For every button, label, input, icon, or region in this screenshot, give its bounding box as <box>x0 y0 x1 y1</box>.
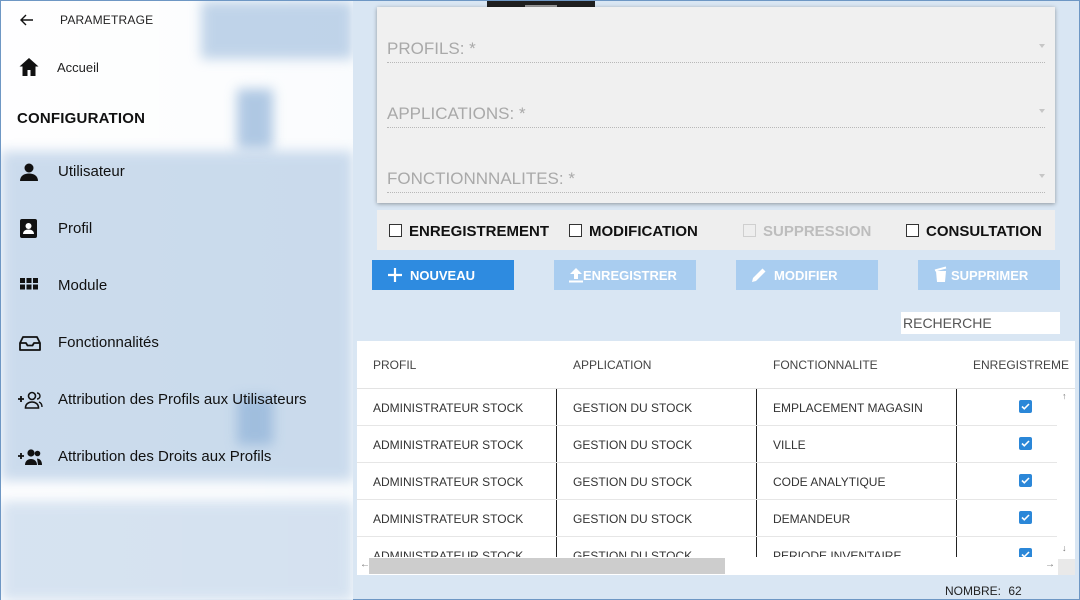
nav-item-fonctionnalites[interactable]: Fonctionnalités <box>1 318 353 368</box>
contact-card-icon <box>17 217 43 241</box>
checkbox-box <box>743 224 756 237</box>
vertical-scrollbar[interactable]: ↑ ↓ <box>1058 389 1075 559</box>
navigation-pane: PARAMETRAGE Accueil CONFIGURATION Utilis… <box>1 1 353 600</box>
chevron-down-icon <box>1039 109 1045 113</box>
button-label: ENREGISTRER <box>583 268 677 283</box>
column-header-application[interactable]: APPLICATION <box>573 358 651 372</box>
chevron-down-icon <box>1039 174 1045 178</box>
cell-profil: ADMINISTRATEUR STOCK <box>373 401 524 415</box>
app-title: PARAMETRAGE <box>60 13 154 27</box>
record-count: NOMBRE: 62 <box>945 584 1022 598</box>
nav-item-label: Module <box>58 277 108 294</box>
scroll-up-arrow-icon[interactable]: ↑ <box>1062 391 1067 401</box>
nouveau-button[interactable]: NOUVEAU <box>372 260 514 290</box>
add-people-icon <box>17 445 43 469</box>
button-label: SUPPRIMER <box>951 268 1029 283</box>
nav-item-module[interactable]: Module <box>1 261 353 311</box>
cell-profil: ADMINISTRATEUR STOCK <box>373 512 524 526</box>
horizontal-scrollbar[interactable]: ← → <box>357 557 1057 575</box>
nav-item-label: Profil <box>58 220 93 237</box>
cell-fonctionnalite: VILLE <box>773 438 806 452</box>
cell-application: GESTION DU STOCK <box>573 512 693 526</box>
search-input[interactable] <box>901 312 1060 334</box>
back-arrow-icon[interactable] <box>17 10 37 30</box>
scrollbar-thumb[interactable] <box>369 558 725 574</box>
nav-item-utilisateur[interactable]: Utilisateur <box>1 147 353 197</box>
cell-application: GESTION DU STOCK <box>573 438 693 452</box>
applications-combobox[interactable]: APPLICATIONS: * <box>387 98 1045 128</box>
nav-item-label: Accueil <box>57 60 99 75</box>
enregistrement-checked-checkbox[interactable] <box>1019 474 1032 487</box>
nav-item-attribution-profils[interactable]: Attribution des Profils aux Utilisateurs <box>1 375 353 425</box>
table-row[interactable]: ADMINISTRATEUR STOCK GESTION DU STOCK DE… <box>357 500 1057 537</box>
cell-application: GESTION DU STOCK <box>573 401 693 415</box>
fonctionnalites-combobox[interactable]: FONCTIONNNALITES: * <box>387 163 1045 193</box>
selection-form: PROFILS: * APPLICATIONS: * FONCTIONNNALI… <box>377 7 1055 203</box>
section-title: CONFIGURATION <box>17 110 146 127</box>
grid-icon <box>17 274 43 298</box>
checkbox-label: MODIFICATION <box>589 223 698 240</box>
nav-item-label: Fonctionnalités <box>58 334 159 351</box>
enregistrement-checked-checkbox[interactable] <box>1019 511 1032 524</box>
checkbox-label: SUPPRESSION <box>763 223 872 240</box>
count-value: 62 <box>1008 584 1022 598</box>
nav-item-home[interactable]: Accueil <box>1 47 353 87</box>
cell-profil: ADMINISTRATEUR STOCK <box>373 438 524 452</box>
pencil-icon <box>750 266 768 284</box>
nav-item-profil[interactable]: Profil <box>1 204 353 254</box>
cell-profil: ADMINISTRATEUR STOCK <box>373 475 524 489</box>
nav-item-attribution-droits[interactable]: Attribution des Droits aux Profils <box>1 432 353 482</box>
nav-item-label: Attribution des Droits aux Profils <box>58 448 272 465</box>
checkbox-label: CONSULTATION <box>926 223 1042 240</box>
home-icon <box>17 55 41 79</box>
cell-fonctionnalite: CODE ANALYTIQUE <box>773 475 886 489</box>
table-header: PROFIL APPLICATION FONCTIONNALITE ENREGI… <box>357 341 1075 389</box>
scroll-down-arrow-icon[interactable]: ↓ <box>1062 543 1067 553</box>
column-header-enregistrement[interactable]: ENREGISTREME <box>973 358 1069 372</box>
table-row[interactable]: ADMINISTRATEUR STOCK GESTION DU STOCK CO… <box>357 463 1057 500</box>
supprimer-button[interactable]: SUPPRIMER <box>918 260 1060 290</box>
table-row[interactable]: ADMINISTRATEUR STOCK GESTION DU STOCK VI… <box>357 426 1057 463</box>
cell-fonctionnalite: DEMANDEUR <box>773 512 851 526</box>
add-group-icon <box>17 388 43 412</box>
nav-item-label: Utilisateur <box>58 163 125 180</box>
rights-checkbox-bar: ENREGISTREMENT MODIFICATION SUPPRESSION … <box>377 210 1055 250</box>
enregistrer-button[interactable]: ENREGISTRER <box>554 260 696 290</box>
tray-icon <box>17 331 43 355</box>
profils-label: PROFILS: * <box>387 39 476 58</box>
table-row[interactable]: ADMINISTRATEUR STOCK GESTION DU STOCK EM… <box>357 389 1057 426</box>
checkbox-box[interactable] <box>389 224 402 237</box>
column-header-profil[interactable]: PROFIL <box>373 358 416 372</box>
enregistrement-checked-checkbox[interactable] <box>1019 437 1032 450</box>
title-bar: PARAMETRAGE <box>1 1 353 39</box>
cell-fonctionnalite: EMPLACEMENT MAGASIN <box>773 401 923 415</box>
button-label: MODIFIER <box>774 268 838 283</box>
scrollbar-corner <box>1058 559 1075 575</box>
checkbox-label: ENREGISTREMENT <box>409 223 550 240</box>
chevron-down-icon <box>1039 44 1045 48</box>
person-icon <box>17 160 43 184</box>
fonctionnalites-label: FONCTIONNNALITES: * <box>387 169 575 188</box>
rights-table: PROFIL APPLICATION FONCTIONNALITE ENREGI… <box>357 341 1075 575</box>
nav-item-label: Attribution des Profils aux Utilisateurs <box>58 391 307 408</box>
applications-label: APPLICATIONS: * <box>387 104 526 123</box>
button-label: NOUVEAU <box>410 268 476 283</box>
profils-combobox[interactable]: PROFILS: * <box>387 33 1045 63</box>
column-header-fonctionnalite[interactable]: FONCTIONNALITE <box>773 358 878 372</box>
delete-icon <box>932 266 950 284</box>
cell-application: GESTION DU STOCK <box>573 475 693 489</box>
checkbox-box[interactable] <box>906 224 919 237</box>
count-label: NOMBRE: <box>945 584 1002 598</box>
modifier-button[interactable]: MODIFIER <box>736 260 878 290</box>
checkbox-box[interactable] <box>569 224 582 237</box>
plus-icon <box>386 266 404 284</box>
enregistrement-checked-checkbox[interactable] <box>1019 400 1032 413</box>
scroll-right-arrow-icon[interactable]: → <box>1045 559 1055 570</box>
